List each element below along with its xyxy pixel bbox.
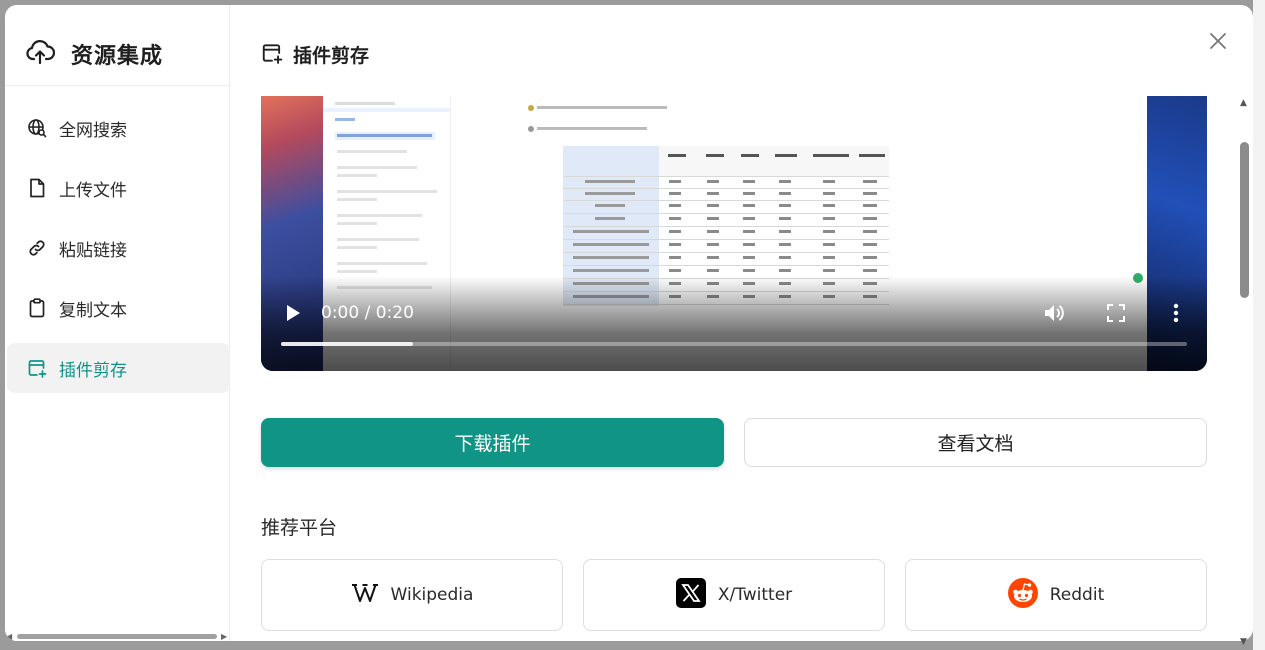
x-twitter-icon: [675, 578, 706, 612]
volume-icon: [1045, 305, 1064, 321]
play-icon: [287, 305, 300, 321]
more-options-button[interactable]: [1166, 301, 1186, 325]
fullscreen-icon: [1107, 304, 1125, 322]
video-time: 0:00 / 0:20: [321, 303, 414, 323]
platform-x-twitter[interactable]: X/Twitter: [583, 559, 885, 631]
sidebar-divider: [5, 85, 230, 86]
sidebar-item-plugin-clip[interactable]: 插件剪存: [7, 343, 230, 393]
sidebar-item-upload-file[interactable]: 上传文件: [7, 163, 230, 213]
view-docs-button[interactable]: 查看文档: [744, 418, 1207, 467]
scrollbar-thumb[interactable]: [1240, 142, 1249, 298]
reddit-icon: [1007, 578, 1038, 612]
sidebar-item-label: 粘贴链接: [59, 240, 127, 261]
tutorial-video[interactable]: 0:00 / 0:20: [261, 96, 1207, 371]
sidebar-nav: 全网搜索 上传文件 粘贴链接 复制文本 插件剪存: [5, 103, 230, 403]
close-button[interactable]: [1206, 29, 1230, 53]
platform-wikipedia[interactable]: Wikipedia: [261, 559, 563, 631]
sidebar: 资源集成 全网搜索 上传文件 粘贴链接 复制文本 插件剪存 ◀ ▶: [5, 5, 230, 641]
globe-search-icon: [27, 118, 47, 138]
scroll-up-arrow-icon[interactable]: ▲: [1240, 98, 1247, 108]
download-plugin-button[interactable]: 下载插件: [261, 418, 724, 467]
more-vertical-icon: [1173, 303, 1179, 323]
resource-integration-modal: 资源集成 全网搜索 上传文件 粘贴链接 复制文本 插件剪存 ◀ ▶ 插件剪存 0…: [5, 5, 1253, 641]
main-panel: 插件剪存 0:00 / 0:20 下载插件 查看文档 推荐平台 Wikipedi…: [231, 5, 1253, 641]
link-icon: [27, 238, 47, 258]
platform-name: X/Twitter: [717, 585, 793, 605]
clipboard-icon: [27, 298, 47, 318]
brand: 资源集成: [25, 37, 163, 71]
sidebar-item-label: 复制文本: [59, 300, 127, 321]
volume-button[interactable]: [1042, 301, 1068, 325]
close-icon: [1210, 33, 1226, 49]
fullscreen-button[interactable]: [1104, 301, 1128, 325]
file-icon: [27, 178, 47, 198]
recommended-platforms-title: 推荐平台: [261, 517, 338, 539]
vertical-scrollbar[interactable]: ▲ ▼: [1237, 96, 1253, 647]
wikipedia-icon: [351, 583, 379, 607]
background-page-edge: [1253, 0, 1265, 650]
plugin-clip-icon: [261, 42, 283, 68]
sidebar-item-label: 插件剪存: [59, 360, 127, 381]
play-button[interactable]: [281, 301, 305, 325]
scroll-right-arrow-icon[interactable]: ▶: [221, 632, 227, 641]
page-title: 插件剪存: [293, 45, 370, 67]
brand-title: 资源集成: [71, 44, 164, 69]
platform-name: Wikipedia: [390, 585, 474, 605]
sidebar-item-label: 上传文件: [59, 180, 127, 201]
sidebar-item-copy-text[interactable]: 复制文本: [7, 283, 230, 333]
scroll-left-arrow-icon[interactable]: ◀: [6, 632, 12, 641]
horizontal-scrollbar[interactable]: [17, 634, 217, 639]
sidebar-item-label: 全网搜索: [59, 120, 127, 141]
main-header: 插件剪存: [261, 41, 369, 68]
scroll-down-arrow-icon[interactable]: ▼: [1240, 637, 1247, 647]
plugin-clip-icon: [27, 358, 47, 378]
video-progress-buffered: [281, 342, 414, 346]
cloud-upload-icon: [25, 37, 56, 71]
sidebar-item-paste-link[interactable]: 粘贴链接: [7, 223, 230, 273]
video-progress-bar[interactable]: [281, 342, 1187, 346]
platform-reddit[interactable]: Reddit: [905, 559, 1207, 631]
sidebar-item-web-search[interactable]: 全网搜索: [7, 103, 230, 153]
platform-name: Reddit: [1049, 585, 1105, 605]
